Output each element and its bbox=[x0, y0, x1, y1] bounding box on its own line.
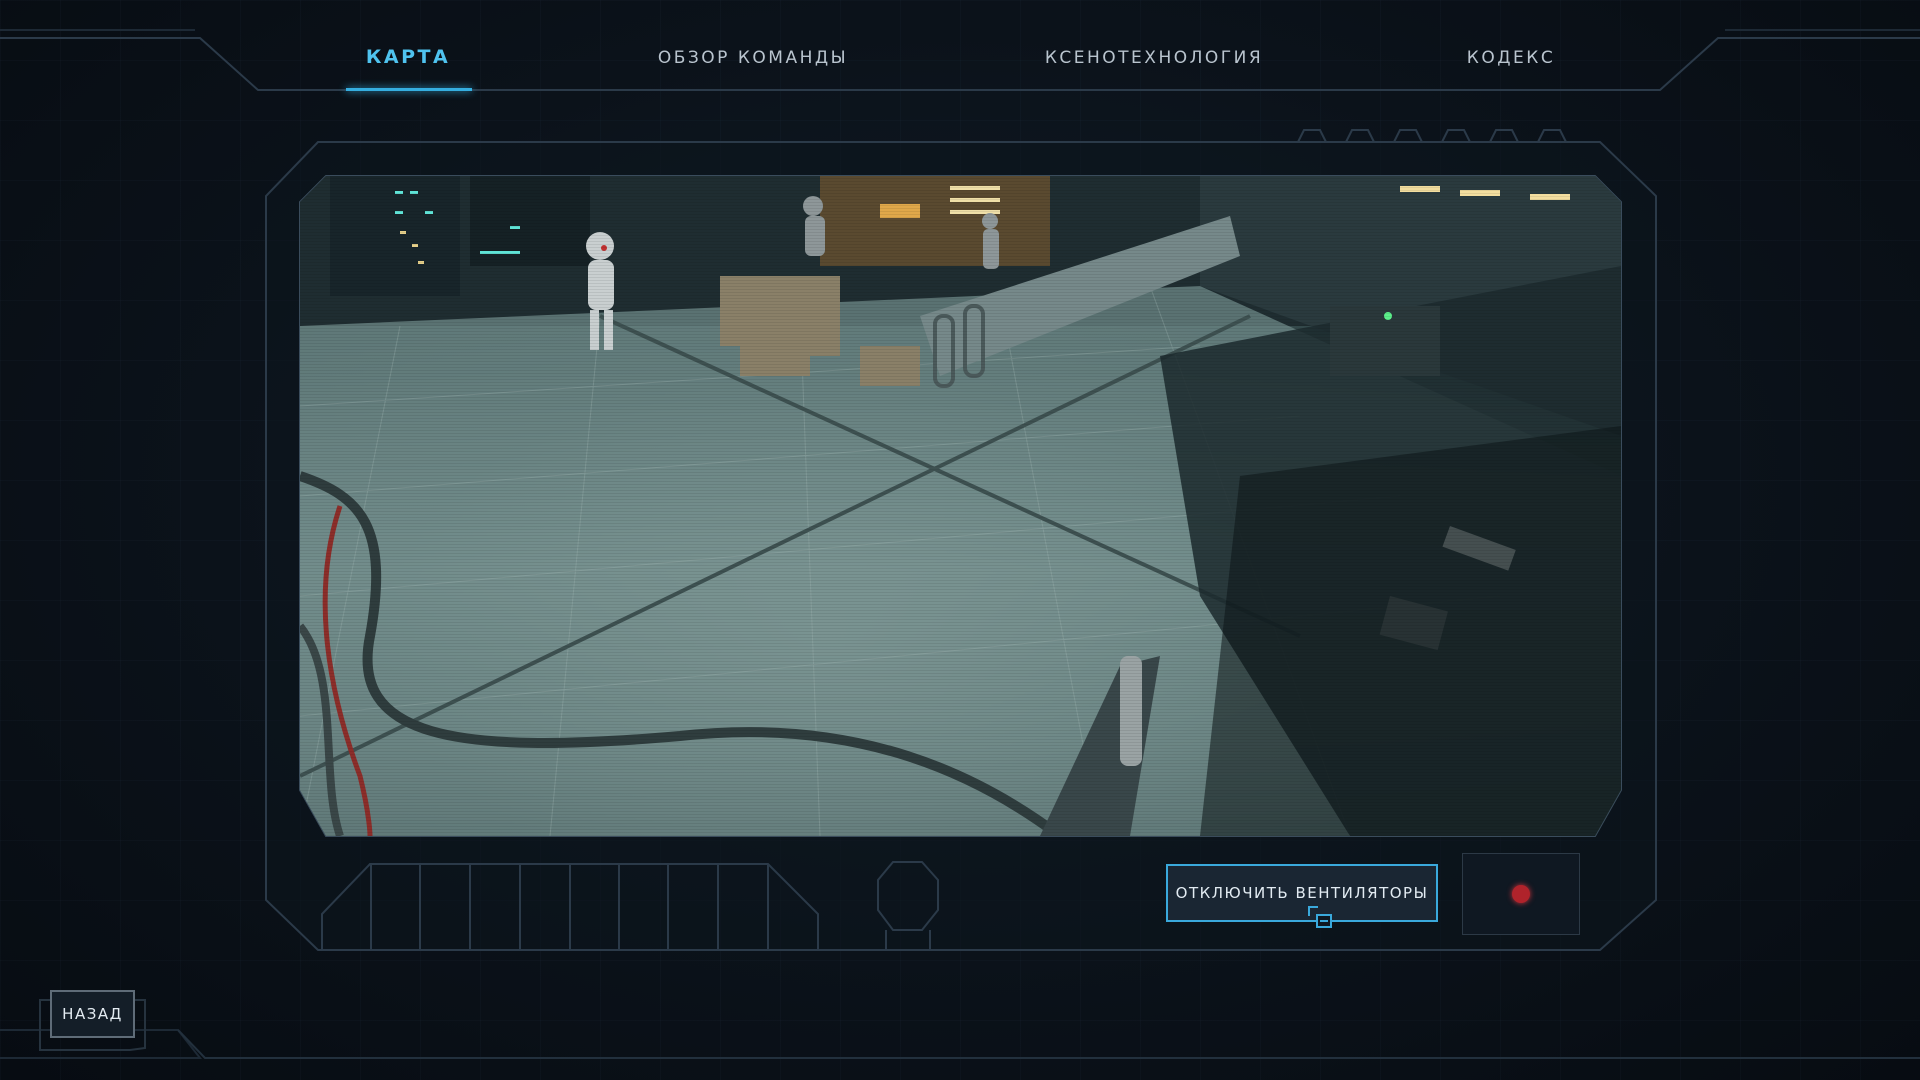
cursor-icon bbox=[1308, 906, 1332, 928]
tab-map[interactable]: КАРТА bbox=[366, 46, 450, 68]
tab-xenotech[interactable]: КСЕНОТЕХНОЛОГИЯ bbox=[1045, 48, 1263, 68]
tab-team-overview[interactable]: ОБЗОР КОМАНДЫ bbox=[658, 48, 848, 68]
scanlines-overlay bbox=[300, 176, 1621, 836]
back-button[interactable]: НАЗАД bbox=[50, 990, 135, 1038]
tab-codex[interactable]: КОДЕКС bbox=[1467, 48, 1555, 68]
disable-fans-button[interactable]: ОТКЛЮЧИТЬ ВЕНТИЛЯТОРЫ bbox=[1166, 864, 1438, 922]
record-dot-icon bbox=[1512, 885, 1530, 903]
recording-indicator bbox=[1462, 853, 1580, 935]
active-tab-indicator bbox=[346, 88, 472, 91]
top-navigation: КАРТА ОБЗОР КОМАНДЫ КСЕНОТЕХНОЛОГИЯ КОДЕ… bbox=[0, 0, 1920, 91]
camera-feed bbox=[300, 176, 1621, 836]
